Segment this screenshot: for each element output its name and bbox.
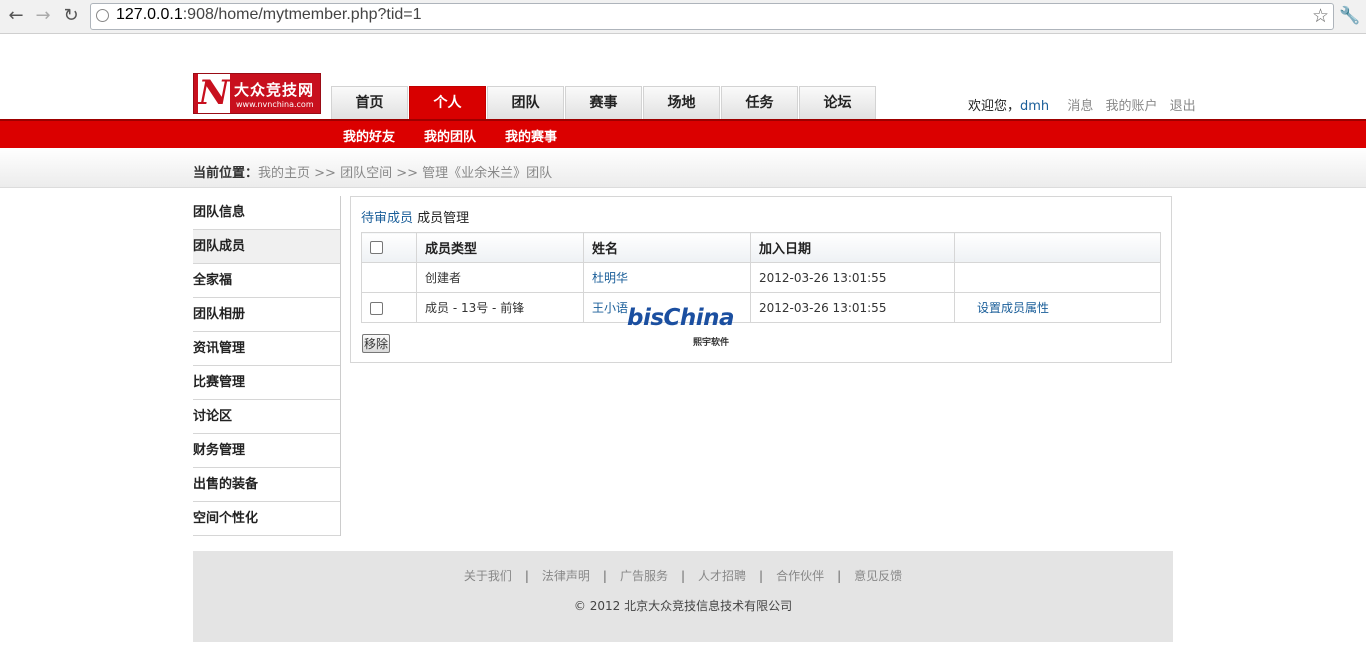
- footer-separator: |: [524, 569, 529, 583]
- nav-tab[interactable]: 论坛: [799, 86, 876, 119]
- user-links: 欢迎您，dmh 消息 我的账户 退出: [968, 95, 1204, 114]
- footer-links: 关于我们 | 法律声明 | 广告服务 | 人才招聘 | 合作伙伴 | 意见反馈: [193, 567, 1173, 584]
- sidebar: 团队信息 团队成员 全家福 团队相册 资讯管理 比赛管理 讨论区 财务管理 出售的装备 空间个性化: [193, 196, 341, 536]
- sub-nav: 我的好友 我的团队 我的赛事: [343, 126, 586, 145]
- table-row: 创建者 杜明华 2012-03-26 13:01:55: [361, 262, 1161, 293]
- sidebar-item[interactable]: 比赛管理: [193, 366, 340, 400]
- action-cell: 设置成员属性: [954, 292, 1161, 323]
- footer-separator: |: [759, 569, 764, 583]
- panel-title: 成员管理: [417, 211, 470, 226]
- member-type-cell: 创建者: [416, 262, 584, 293]
- site-logo[interactable]: N 大众竞技网 www.nvnchina.com: [193, 73, 321, 114]
- back-arrow-icon[interactable]: ←: [5, 5, 27, 27]
- sidebar-item[interactable]: 资讯管理: [193, 332, 340, 366]
- row-select-cell: [361, 292, 417, 323]
- select-all-cell: [361, 232, 417, 263]
- row-select-cell: [361, 262, 417, 293]
- sidebar-item[interactable]: 财务管理: [193, 434, 340, 468]
- action-cell: [954, 262, 1161, 293]
- sidebar-item[interactable]: 团队成员: [193, 230, 340, 264]
- table-header-row: 成员类型 姓名 加入日期: [361, 232, 1161, 263]
- set-member-attributes-link[interactable]: 设置成员属性: [977, 301, 1049, 315]
- row-checkbox[interactable]: [370, 301, 383, 315]
- footer-separator: |: [837, 569, 842, 583]
- bookmark-star-icon[interactable]: ☆: [1312, 5, 1329, 27]
- footer-link[interactable]: 关于我们: [464, 569, 512, 583]
- breadcrumb-label: 当前位置：: [193, 166, 259, 181]
- sub-nav-link[interactable]: 我的团队: [424, 126, 476, 145]
- my-account-link[interactable]: 我的账户: [1105, 99, 1157, 114]
- join-date-cell: 2012-03-26 13:01:55: [750, 262, 955, 293]
- footer-link[interactable]: 合作伙伴: [776, 569, 824, 583]
- reload-icon[interactable]: ↻: [60, 5, 82, 27]
- wrench-menu-icon[interactable]: 🔧: [1339, 6, 1360, 26]
- sidebar-item[interactable]: 全家福: [193, 264, 340, 298]
- copyright: © 2012 北京大众竞技信息技术有限公司: [573, 599, 793, 613]
- column-header-date[interactable]: 加入日期: [750, 232, 955, 263]
- footer-link[interactable]: 法律声明: [542, 569, 590, 583]
- sidebar-item[interactable]: 空间个性化: [193, 502, 340, 536]
- nav-tab[interactable]: 赛事: [565, 86, 642, 119]
- footer-separator: |: [680, 569, 686, 583]
- table-row: 成员 - 13号 - 前锋 王小语 2012-03-26 13:01:55 设置成员属…: [361, 292, 1161, 323]
- sidebar-item[interactable]: 团队信息: [193, 196, 340, 230]
- join-date-cell: 2012-03-26 13:01:55: [750, 292, 955, 323]
- sub-nav-link[interactable]: 我的赛事: [505, 126, 557, 145]
- pending-members-link[interactable]: 待审成员: [361, 211, 413, 226]
- member-name-link[interactable]: 杜明华: [592, 271, 628, 285]
- main-nav: 首页 个人 团队 赛事 场地 任务 论坛: [331, 86, 877, 119]
- column-header-type[interactable]: 成员类型: [416, 232, 584, 263]
- member-management-panel: 待审成员 成员管理 成员类型 姓名 加入日期 创建者 杜明华 2012-03-26 …: [350, 196, 1172, 363]
- member-name-cell: 杜明华: [583, 262, 751, 293]
- footer-link[interactable]: 广告服务: [620, 569, 668, 583]
- remove-button[interactable]: 移除: [362, 334, 391, 353]
- column-header-name[interactable]: 姓名: [583, 232, 751, 263]
- sidebar-item[interactable]: 出售的装备: [193, 468, 340, 502]
- column-header-action: [954, 232, 1161, 263]
- nav-tab[interactable]: 个人: [409, 86, 486, 119]
- address-url[interactable]: 127.0.0.1:908/home/mytmember.php?tid=1: [116, 6, 422, 24]
- sub-nav-link[interactable]: 我的好友: [343, 126, 395, 145]
- footer-link[interactable]: 人才招聘: [698, 569, 746, 583]
- breadcrumb: 当前位置：我的主页 >> 团队空间 >> 管理《业余米兰》团队: [193, 162, 552, 181]
- messages-link[interactable]: 消息: [1067, 99, 1093, 114]
- member-type-cell: 成员 - 13号 - 前锋: [416, 292, 584, 323]
- nav-tab[interactable]: 首页: [331, 86, 408, 119]
- member-name-link[interactable]: 王小语: [592, 301, 628, 315]
- nav-tab[interactable]: 团队: [487, 86, 564, 119]
- footer-link[interactable]: 意见反馈: [854, 569, 902, 583]
- sub-nav-bar: [0, 119, 1366, 148]
- forward-arrow-icon[interactable]: →: [32, 5, 54, 27]
- nav-tab[interactable]: 任务: [721, 86, 798, 119]
- nav-tab[interactable]: 场地: [643, 86, 720, 119]
- panel-header: 待审成员 成员管理: [361, 207, 469, 226]
- select-all-checkbox[interactable]: [370, 241, 383, 254]
- page-globe-icon: [96, 9, 109, 22]
- bischina-watermark-logo: bisChina 熙宇软件: [627, 305, 735, 348]
- members-table: 成员类型 姓名 加入日期 创建者 杜明华 2012-03-26 13:01:55 成员…: [361, 232, 1161, 323]
- address-bar[interactable]: 127.0.0.1:908/home/mytmember.php?tid=1 ☆: [90, 3, 1334, 30]
- browser-toolbar: ← → ↻ 127.0.0.1:908/home/mytmember.php?t…: [0, 0, 1366, 34]
- greeting-text: 欢迎您，: [968, 99, 1021, 114]
- footer-separator: |: [602, 569, 607, 583]
- sidebar-item[interactable]: 团队相册: [193, 298, 340, 332]
- logout-link[interactable]: 退出: [1170, 99, 1196, 114]
- sidebar-item[interactable]: 讨论区: [193, 400, 340, 434]
- username-link[interactable]: dmh: [1020, 99, 1049, 114]
- footer: 关于我们 | 法律声明 | 广告服务 | 人才招聘 | 合作伙伴 | 意见反馈 © 2012 北京大…: [193, 551, 1173, 642]
- breadcrumb-path[interactable]: 我的主页 >> 团队空间 >> 管理《业余米兰》团队: [258, 166, 552, 181]
